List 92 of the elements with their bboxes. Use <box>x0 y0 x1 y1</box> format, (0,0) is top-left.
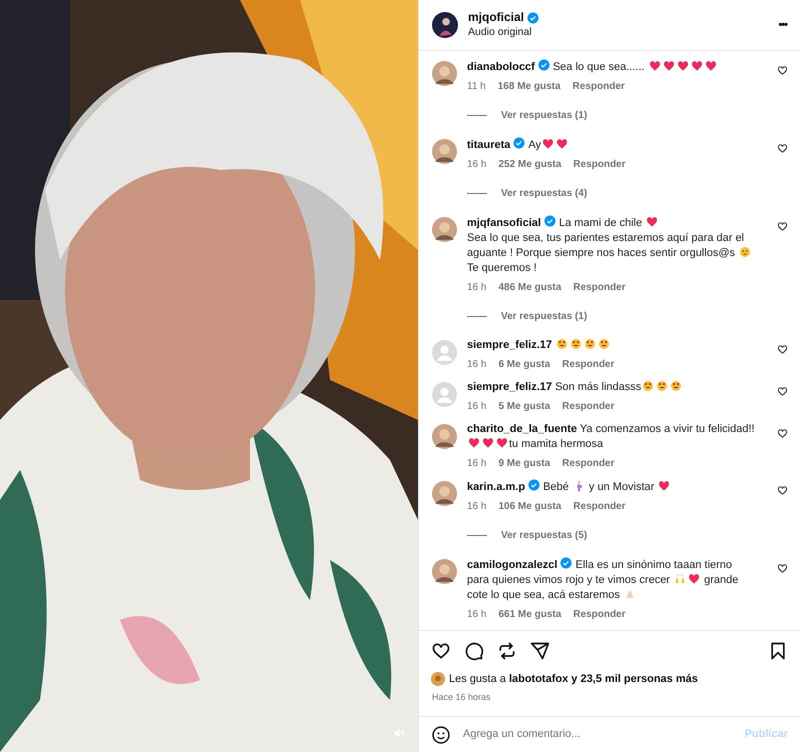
comment-text: karin.a.m.p Bebé y un Movistar <box>467 479 767 495</box>
username-link[interactable]: dianaboloccf <box>467 61 535 73</box>
comment-text: siempre_feliz.17 Son más lindasss <box>467 380 767 395</box>
username-link[interactable]: mjqoficial <box>468 10 524 25</box>
user-avatar[interactable] <box>432 559 457 584</box>
reply-button[interactable]: Responder <box>573 157 626 172</box>
comment-time: 16 h <box>467 608 486 622</box>
view-replies-button[interactable]: Ver respuestas (1) <box>501 108 588 123</box>
heart-eyes-emoji-icon <box>570 338 582 350</box>
comment-time: 16 h <box>467 500 486 514</box>
heart-emoji-icon <box>468 437 480 449</box>
likes-count-button[interactable]: 486 Me gusta <box>498 280 562 295</box>
comment-time: 16 h <box>467 281 486 295</box>
heart-emoji-icon <box>704 60 717 72</box>
comment-text: camilogonzalezcl Ella es un sinónimo taaan tierno para quienes vimos rojo y te vimos crecer grande cote lo que sea, acá estaremos <box>467 557 740 603</box>
comment-text: mjqfansoficial La mami de chile Sea lo que sea, tus parientes estaremos aquí para dar el aguante ! Porque siempre nos haces sentir orgullos@s Te queremos ! <box>467 215 767 276</box>
teary-face-emoji-icon <box>739 246 752 258</box>
reply-button[interactable]: Responder <box>562 357 614 372</box>
liker-avatar[interactable] <box>431 672 445 686</box>
reply-button[interactable]: Responder <box>572 79 625 94</box>
reply-button[interactable]: Responder <box>573 607 626 622</box>
user-avatar[interactable] <box>432 61 457 86</box>
heart-emoji-icon <box>646 216 658 228</box>
likes-count-button[interactable]: 9 Me gusta <box>498 456 550 471</box>
emoji-picker-icon[interactable] <box>431 724 451 744</box>
comment-time: 16 h <box>467 400 486 414</box>
username-link[interactable]: mjqfansoficial <box>467 217 541 229</box>
username-link[interactable]: charito_de_la_fuente <box>467 423 578 435</box>
comment-time: 16 h <box>467 358 486 372</box>
like-comment-icon[interactable] <box>777 344 788 355</box>
heart-eyes-emoji-icon <box>598 338 610 350</box>
username-link[interactable]: camilogonzalezcl <box>467 559 558 571</box>
like-comment-icon[interactable] <box>777 485 788 496</box>
heart-emoji-icon <box>648 60 661 72</box>
heart-emoji-icon <box>662 60 675 72</box>
user-avatar[interactable] <box>432 481 457 506</box>
share-icon[interactable] <box>530 641 550 661</box>
comment-text: dianaboloccf Sea lo que sea...... <box>467 59 767 75</box>
username-link[interactable]: siempre_feliz.17 <box>467 381 552 393</box>
likes-count-button[interactable]: 252 Me gusta <box>498 157 562 172</box>
profile-avatar[interactable] <box>432 12 458 38</box>
username-link[interactable]: siempre_feliz.17 <box>467 339 552 351</box>
heart-emoji-icon <box>542 138 554 150</box>
likes-count-button[interactable]: 168 Me gusta <box>498 79 561 94</box>
like-comment-icon[interactable] <box>777 221 788 232</box>
comment-text: charito_de_la_fuente Ya comenzamos a vivir tu felicidad!! tu mamita hermosa <box>467 422 756 452</box>
comment-time: 16 h <box>467 457 486 471</box>
comment-text: titaureta Ay <box>467 137 767 153</box>
view-replies-button[interactable]: Ver respuestas (5) <box>501 528 588 543</box>
user-avatar[interactable] <box>432 217 457 242</box>
heart-eyes-emoji-icon <box>584 338 596 350</box>
comment-icon[interactable] <box>464 641 484 661</box>
likes-summary: Les gusta a labototafox y 23,5 mil personas más <box>449 672 698 687</box>
heart-emoji-icon <box>688 573 700 585</box>
like-comment-icon[interactable] <box>777 428 788 439</box>
likes-count-button[interactable]: 6 Me gusta <box>498 357 550 372</box>
reply-button[interactable]: Responder <box>573 499 626 514</box>
username-link[interactable]: titaureta <box>467 139 510 151</box>
likes-count-button[interactable]: 106 Me gusta <box>498 499 562 514</box>
heart-emoji-icon <box>556 138 568 150</box>
comment-time: 11 h <box>467 80 486 94</box>
like-comment-icon[interactable] <box>777 386 788 397</box>
username-link[interactable]: labototafox <box>508 673 568 685</box>
like-comment-icon[interactable] <box>777 65 788 76</box>
likes-count-button[interactable]: 661 Me gusta <box>498 607 562 622</box>
audio-link[interactable]: Audio original <box>468 25 768 40</box>
comment-input-field[interactable]: Agrega un comentario... <box>463 726 733 743</box>
repost-icon[interactable] <box>497 641 517 661</box>
like-comment-icon[interactable] <box>777 143 788 154</box>
heart-eyes-emoji-icon <box>656 380 668 392</box>
like-comment-icon[interactable] <box>777 563 788 574</box>
reply-button[interactable]: Responder <box>573 280 626 295</box>
post-age: Hace 16 horas <box>431 690 492 704</box>
heart-emoji-icon <box>482 437 494 449</box>
username-link[interactable]: karin.a.m.p <box>467 481 526 493</box>
comment-time: 16 h <box>467 158 486 172</box>
user-avatar[interactable] <box>432 139 457 164</box>
reply-button[interactable]: Responder <box>562 399 614 414</box>
heart-emoji-icon <box>690 60 703 72</box>
heart-emoji-icon <box>658 480 670 492</box>
more-options-button[interactable]: ••• <box>778 16 787 34</box>
user-avatar[interactable] <box>432 424 457 449</box>
likes-count-button[interactable]: 5 Me gusta <box>498 399 550 414</box>
reply-button[interactable]: Responder <box>562 456 614 471</box>
heart-eyes-emoji-icon <box>556 338 568 350</box>
like-icon[interactable] <box>431 641 451 661</box>
view-replies-button[interactable]: Ver respuestas (1) <box>501 309 588 324</box>
heart-eyes-emoji-icon <box>670 380 682 392</box>
view-replies-button[interactable]: Ver respuestas (4) <box>501 186 588 201</box>
heart-emoji-icon <box>676 60 689 72</box>
heart-eyes-emoji-icon <box>642 380 654 392</box>
heart-emoji-icon <box>496 437 508 449</box>
